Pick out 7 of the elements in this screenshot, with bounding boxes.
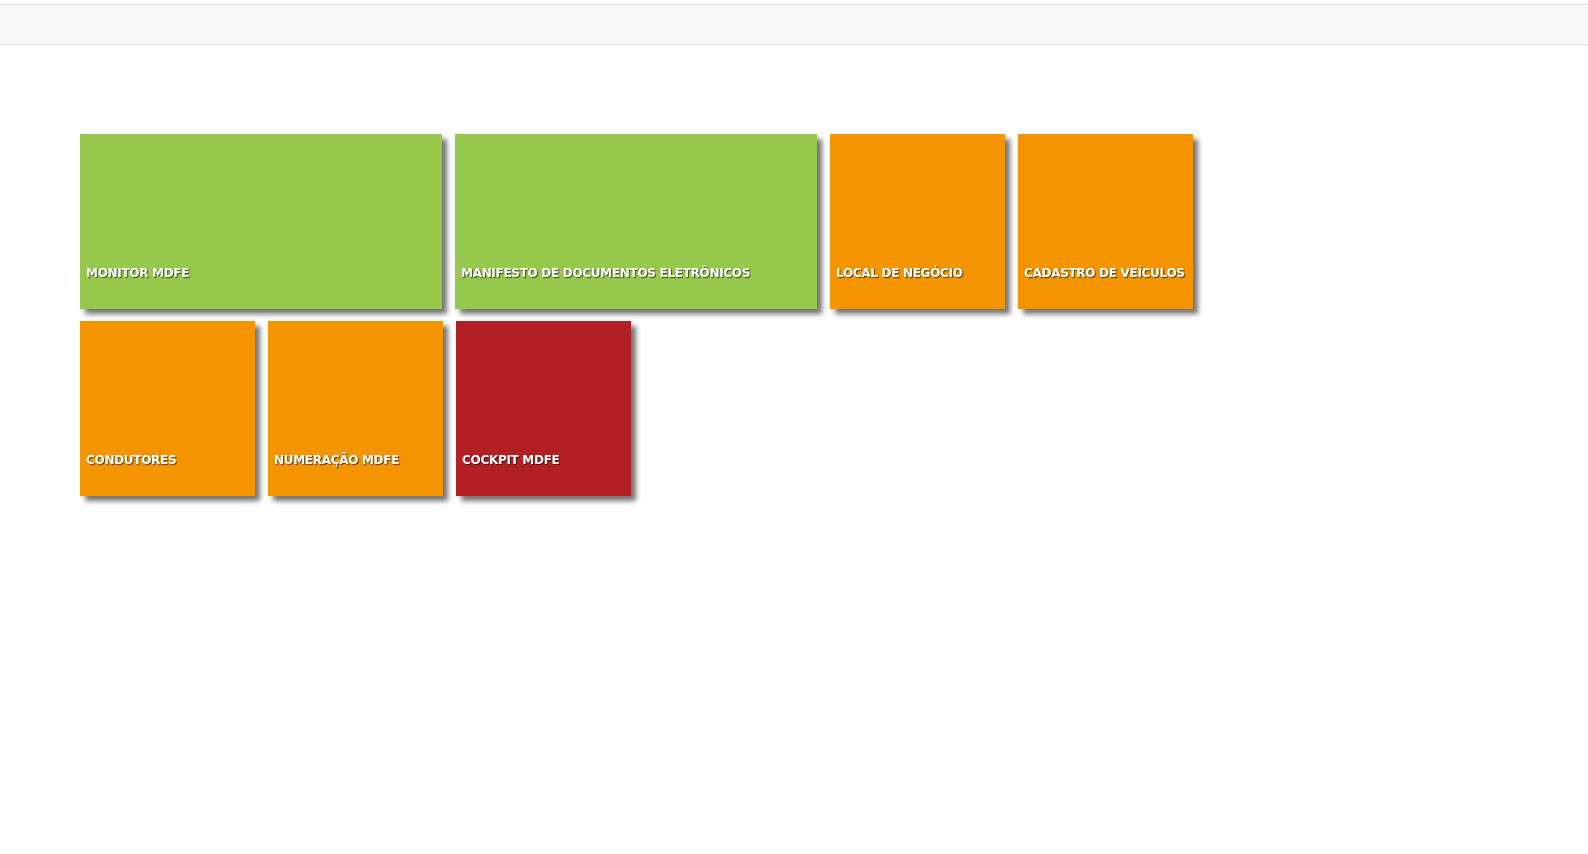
menu-tile[interactable]: MONITOR MDFE — [80, 134, 442, 309]
menu-tile[interactable]: NUMERAÇÃO MDFE — [268, 321, 443, 496]
menu-tile[interactable]: COCKPIT MDFE — [456, 321, 631, 496]
menu-tile[interactable]: MANIFESTO DE DOCUMENTOS ELETRÔNICOS — [455, 134, 817, 309]
menu-tile[interactable]: CONDUTORES — [80, 321, 255, 496]
menu-tile[interactable]: LOCAL DE NEGÓCIO — [830, 134, 1005, 309]
menu-tile[interactable]: CADASTRO DE VEÍCULOS — [1018, 134, 1193, 309]
